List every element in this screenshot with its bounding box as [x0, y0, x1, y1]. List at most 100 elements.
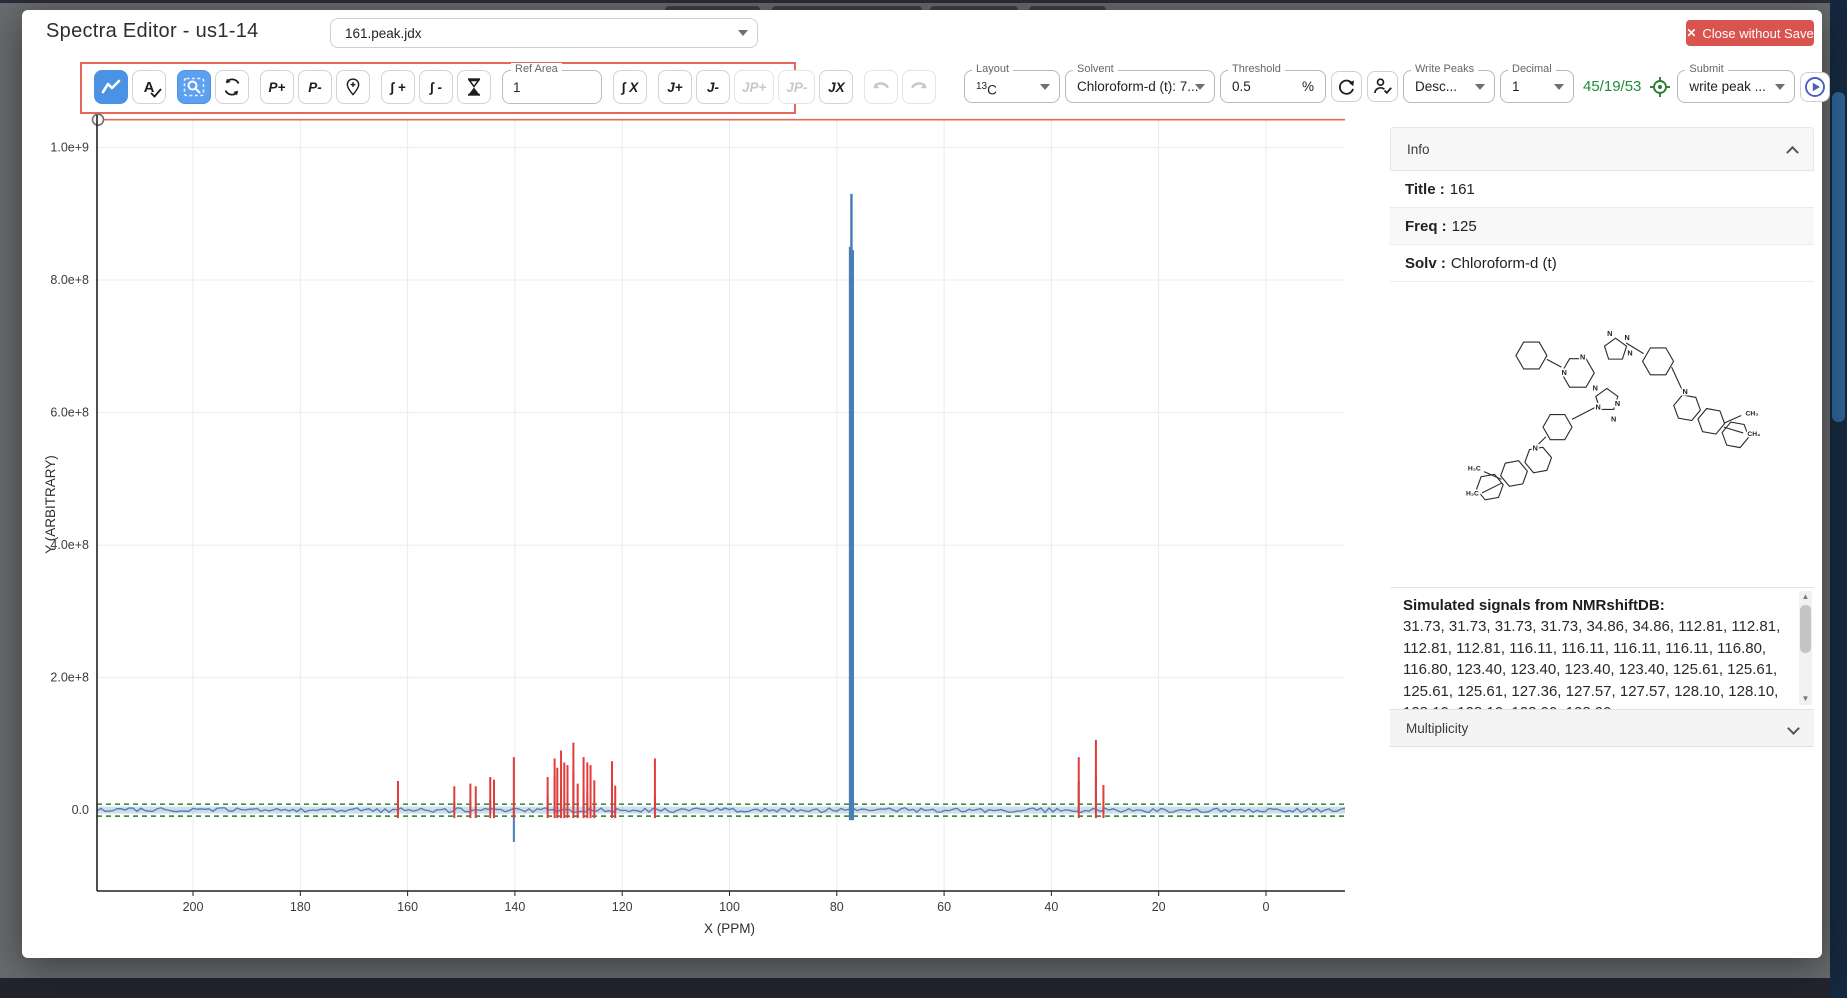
j-add-button[interactable]: J+ [658, 70, 692, 104]
signals-scrollbar-thumb[interactable] [1800, 605, 1811, 653]
toolbar-group-peaks: P+ P- [260, 70, 370, 104]
signals-scrollbar[interactable]: ▲ ▼ [1799, 591, 1812, 705]
hourglass-icon [465, 77, 483, 97]
background-page-top-line [0, 0, 1847, 3]
info-row-title: Title : 161 [1390, 171, 1814, 208]
spectra-editor-dialog: Spectra Editor - us1-14 161.peak.jdx ✕ C… [22, 10, 1822, 958]
svg-text:N: N [1683, 387, 1688, 396]
submit-select[interactable]: Submit write peak ... [1677, 70, 1795, 103]
add-pin-button[interactable] [336, 70, 370, 104]
toolbar-group-mode: A [94, 70, 166, 104]
info-row-label: Solv : [1405, 255, 1446, 272]
simulated-signals-box[interactable]: Simulated signals from NMRshiftDB: 31.73… [1390, 587, 1814, 709]
top-marker-handle[interactable] [93, 114, 104, 125]
info-row-value: 125 [1452, 218, 1477, 235]
molecule-structure: NNNNNNNNNNNCH₃CH₃H₃CH₃C [1390, 315, 1814, 515]
toolbar: A P+ [94, 70, 947, 104]
background-bottom-dark-strip [0, 978, 1847, 998]
svg-text:N: N [1627, 348, 1632, 357]
svg-text:N: N [1562, 367, 1567, 376]
svg-text:N: N [1607, 329, 1612, 338]
target-button[interactable] [1648, 75, 1672, 99]
line-mode-button[interactable] [94, 70, 128, 104]
zoom-reset-button[interactable] [215, 70, 249, 104]
page-scrollbar-track[interactable] [1830, 0, 1847, 998]
y-axis-title: Y (ARBITRARY) [43, 455, 58, 554]
scroll-down-arrow-icon[interactable]: ▼ [1799, 693, 1812, 705]
close-without-save-button[interactable]: ✕ Close without Save [1686, 20, 1814, 46]
x-tick-label: 20 [1152, 900, 1166, 914]
refresh-button[interactable] [1331, 71, 1362, 102]
svg-text:N: N [1625, 333, 1630, 342]
svg-text:N: N [1596, 402, 1601, 411]
molecule-structure-image: NNNNNNNNNNNCH₃CH₃H₃CH₃C [1437, 313, 1767, 518]
integral-clear-button[interactable]: ∫ X [613, 70, 647, 104]
spectrum-svg[interactable]: 2001801601401201008060402000.02.0e+84.0e… [40, 112, 1345, 942]
y-tick-label: 1.0e+9 [50, 140, 89, 154]
undo-button[interactable] [864, 70, 898, 104]
jp-remove-button[interactable]: JP- [778, 70, 815, 104]
decimal-label: Decimal [1508, 63, 1556, 76]
decimal-select[interactable]: Decimal 1 [1500, 70, 1574, 103]
spectrum-chart[interactable]: 2001801601401201008060402000.02.0e+84.0e… [40, 112, 1345, 942]
auto-assign-button[interactable]: A [132, 70, 166, 104]
x-tick-label: 60 [937, 900, 951, 914]
integral-remove-button[interactable]: ∫ - [419, 70, 453, 104]
x-tick-label: 160 [397, 900, 418, 914]
scroll-up-arrow-icon[interactable]: ▲ [1799, 591, 1812, 603]
x-tick-label: 0 [1262, 900, 1269, 914]
layout-label: Layout [972, 63, 1013, 76]
info-row-value: 161 [1450, 181, 1475, 198]
peak-add-button[interactable]: P+ [260, 70, 294, 104]
jp-add-button[interactable]: JP+ [734, 70, 774, 104]
target-icon [1649, 76, 1671, 98]
toolbar-group-integrals: ∫ + ∫ - [381, 70, 491, 104]
hourglass-button[interactable] [457, 70, 491, 104]
file-selector-dropdown[interactable]: 161.peak.jdx [330, 18, 758, 48]
toolbar-group-j: J+ J- JP+ JP- JX [658, 70, 853, 104]
simulated-signals-values: 31.73, 31.73, 31.73, 31.73, 34.86, 34.86… [1403, 616, 1790, 709]
solvent-select[interactable]: Solvent Chloroform-d (t): 7... [1065, 70, 1215, 103]
svg-text:H₃C: H₃C [1466, 490, 1479, 497]
chevron-down-icon [1195, 84, 1205, 90]
simulated-signals-title: Simulated signals from NMRshiftDB: [1403, 595, 1790, 616]
layout-select[interactable]: Layout 13C [964, 70, 1060, 103]
redo-button[interactable] [902, 70, 936, 104]
location-pin-plus-icon [343, 77, 363, 97]
submit-run-button[interactable] [1800, 72, 1830, 102]
jx-button[interactable]: JX [819, 70, 853, 104]
x-tick-label: 40 [1044, 900, 1058, 914]
svg-text:N: N [1580, 352, 1585, 361]
play-circle-icon [1804, 76, 1826, 98]
line-chart-icon [100, 77, 122, 97]
write-peaks-select[interactable]: Write Peaks Desc... [1403, 70, 1495, 103]
y-tick-label: 8.0e+8 [50, 273, 89, 287]
j-remove-button[interactable]: J- [696, 70, 730, 104]
svg-text:CH₃: CH₃ [1745, 410, 1758, 417]
info-row-label: Title : [1405, 181, 1445, 198]
info-section-header[interactable]: Info [1390, 127, 1814, 171]
peak-remove-button[interactable]: P- [298, 70, 332, 104]
multiplicity-section-header[interactable]: Multiplicity [1390, 709, 1814, 747]
background-bottom-strip [0, 956, 1847, 978]
write-peaks-label: Write Peaks [1411, 63, 1478, 76]
ref-area-field: Ref Area [502, 70, 602, 104]
page-title: Spectra Editor - us1-14 [46, 20, 259, 43]
info-panel: Info Title : 161 Freq : 125 Solv : Chlor… [1390, 127, 1814, 767]
y-tick-label: 0.0 [72, 803, 89, 817]
peak-counter: 45/19/53 [1583, 78, 1641, 95]
assign-user-button[interactable] [1367, 71, 1398, 102]
chevron-down-icon [1775, 84, 1785, 90]
chevron-down-icon [738, 30, 748, 36]
file-selector-value: 161.peak.jdx [345, 26, 422, 41]
threshold-field[interactable]: Threshold 0.5 % [1220, 70, 1326, 103]
x-axis-title: X (PPM) [704, 921, 755, 936]
controls-bar: Layout 13C Solvent Chloroform-d (t): 7..… [964, 70, 1830, 103]
ref-area-input[interactable] [513, 72, 593, 102]
integral-add-button[interactable]: ∫ + [381, 70, 415, 104]
chevron-up-icon [1786, 145, 1799, 158]
redo-icon [909, 79, 929, 95]
page-scrollbar-thumb[interactable] [1832, 92, 1845, 422]
info-row-label: Freq : [1405, 218, 1447, 235]
zoom-select-button[interactable] [177, 70, 211, 104]
